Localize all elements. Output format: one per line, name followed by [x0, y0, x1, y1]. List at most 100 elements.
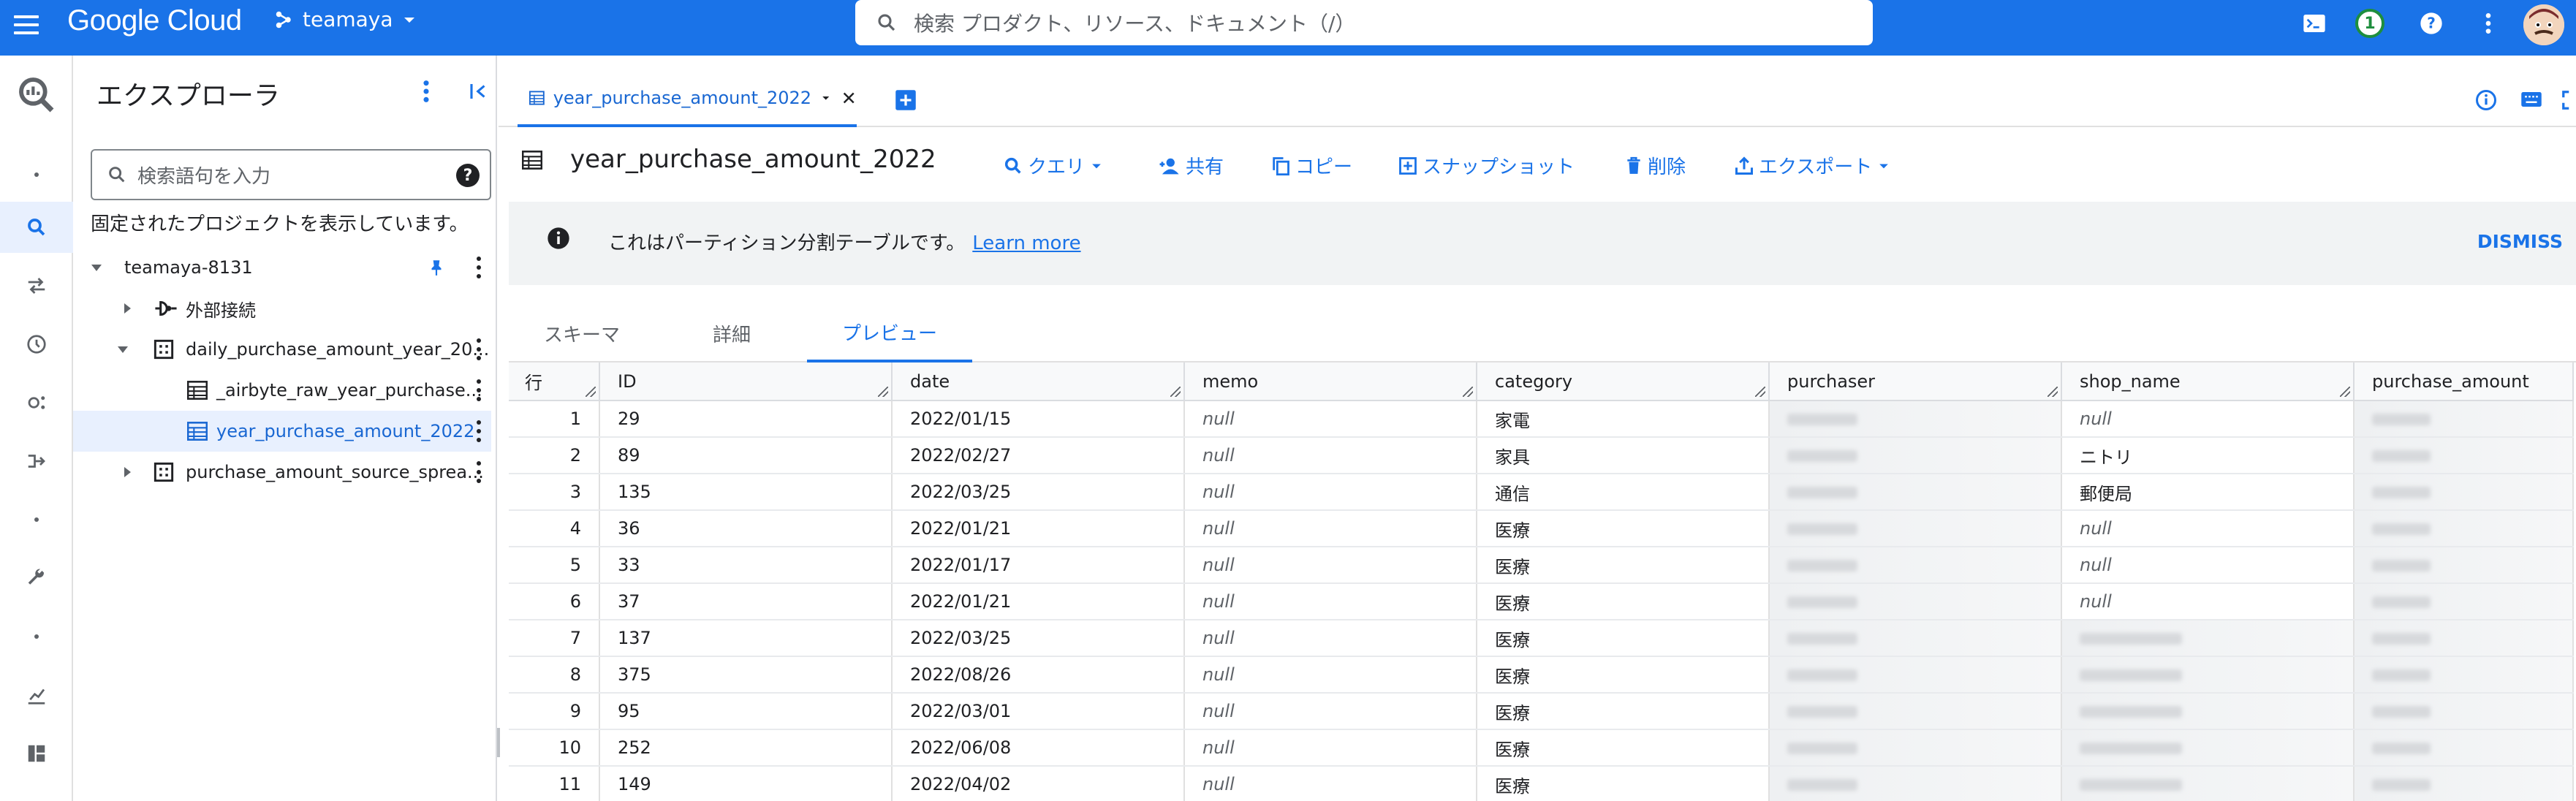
tab-details[interactable]: 詳細	[662, 304, 801, 362]
cell-row-number[interactable]: 3	[509, 474, 600, 511]
cell-purchase-amount-redacted[interactable]	[2354, 583, 2574, 620]
cell-memo[interactable]: null	[1184, 547, 1477, 584]
cell-shop-name-redacted[interactable]	[2061, 729, 2355, 767]
cell-id[interactable]: 36	[599, 510, 893, 547]
search-nav-icon[interactable]	[0, 202, 73, 253]
pin-icon[interactable]	[427, 257, 446, 278]
cell-date[interactable]: 2022/02/27	[892, 437, 1185, 474]
cell-purchaser-redacted[interactable]	[1769, 437, 2062, 474]
table-row[interactable]: 5 33 2022/01/17 null 医療 null	[509, 547, 2574, 584]
cell-purchaser-redacted[interactable]	[1769, 400, 2062, 438]
cell-row-number[interactable]: 10	[509, 729, 600, 767]
cell-shop-name-redacted[interactable]	[2061, 766, 2355, 801]
column-header-category[interactable]: category	[1477, 362, 1770, 401]
share-button[interactable]: 共有	[1156, 152, 1224, 179]
table-row[interactable]: 1 29 2022/01/15 null 家電 null	[509, 400, 2574, 438]
cell-date[interactable]: 2022/01/21	[892, 583, 1185, 620]
cell-id[interactable]: 37	[599, 583, 893, 620]
expanded-arrow-icon[interactable]	[114, 341, 132, 358]
table-row[interactable]: 9 95 2022/03/01 null 医療	[509, 693, 2574, 730]
table-row[interactable]: 8 375 2022/08/26 null 医療	[509, 656, 2574, 694]
analytics-hub-icon[interactable]	[0, 377, 73, 428]
cell-category[interactable]: 通信	[1477, 474, 1770, 511]
cell-category[interactable]: 医療	[1477, 547, 1770, 584]
fullscreen-icon[interactable]	[2560, 89, 2576, 114]
cell-memo[interactable]: null	[1184, 693, 1477, 730]
cell-date[interactable]: 2022/01/15	[892, 400, 1185, 438]
cell-category[interactable]: 医療	[1477, 693, 1770, 730]
column-header-purchase-amount[interactable]: purchase_amount	[2354, 362, 2574, 401]
cell-purchase-amount-redacted[interactable]	[2354, 766, 2574, 801]
table-row[interactable]: 10 252 2022/06/08 null 医療	[509, 729, 2574, 767]
project-selector[interactable]: teamaya	[273, 7, 418, 31]
wrench-icon[interactable]	[0, 553, 73, 604]
cell-purchase-amount-redacted[interactable]	[2354, 437, 2574, 474]
column-header-memo[interactable]: memo	[1184, 362, 1477, 401]
column-header-purchaser[interactable]: purchaser	[1769, 362, 2062, 401]
cell-shop-name[interactable]: null	[2061, 547, 2355, 584]
more-vert-icon[interactable]	[477, 420, 481, 442]
tab-table[interactable]: year_purchase_amount_2022	[518, 72, 857, 127]
bigquery-icon[interactable]	[0, 66, 73, 124]
cell-purchase-amount-redacted[interactable]	[2354, 400, 2574, 438]
cell-category[interactable]: 家電	[1477, 400, 1770, 438]
cell-date[interactable]: 2022/06/08	[892, 729, 1185, 767]
cell-shop-name[interactable]: null	[2061, 583, 2355, 620]
resize-handle[interactable]	[1170, 387, 1181, 397]
cell-shop-name-redacted[interactable]	[2061, 693, 2355, 730]
table-row[interactable]: 2 89 2022/02/27 null 家具 ニトリ	[509, 437, 2574, 474]
cell-id[interactable]: 135	[599, 474, 893, 511]
expanded-arrow-icon[interactable]	[88, 259, 105, 276]
cell-memo[interactable]: null	[1184, 437, 1477, 474]
export-button[interactable]: エクスポート	[1734, 152, 1891, 179]
more-vert-icon[interactable]	[477, 257, 481, 278]
cell-purchase-amount-redacted[interactable]	[2354, 510, 2574, 547]
cell-memo[interactable]: null	[1184, 620, 1477, 657]
explorer-search-input[interactable]: 検索語句を入力 ?	[91, 149, 491, 200]
cell-id[interactable]: 137	[599, 620, 893, 657]
help-icon[interactable]: ?	[2417, 9, 2446, 38]
history-icon[interactable]	[0, 319, 73, 370]
keyboard-icon[interactable]	[2520, 91, 2542, 111]
table-row[interactable]: 4 36 2022/01/21 null 医療 null	[509, 510, 2574, 547]
collapsed-arrow-icon[interactable]	[118, 300, 136, 317]
cell-id[interactable]: 95	[599, 693, 893, 730]
cell-purchaser-redacted[interactable]	[1769, 547, 2062, 584]
resize-handle[interactable]	[878, 387, 888, 397]
cell-memo[interactable]: null	[1184, 474, 1477, 511]
collapse-panel-icon[interactable]	[468, 79, 490, 107]
cell-purchase-amount-redacted[interactable]	[2354, 729, 2574, 767]
cell-purchaser-redacted[interactable]	[1769, 693, 2062, 730]
menu-icon[interactable]	[10, 10, 42, 42]
resize-handle[interactable]	[2047, 387, 2058, 397]
cell-purchaser-redacted[interactable]	[1769, 656, 2062, 694]
cell-purchaser-redacted[interactable]	[1769, 474, 2062, 511]
cell-id[interactable]: 252	[599, 729, 893, 767]
cell-date[interactable]: 2022/01/21	[892, 510, 1185, 547]
delete-button[interactable]: 削除	[1624, 152, 1686, 179]
close-icon[interactable]	[841, 88, 857, 107]
cell-row-number[interactable]: 8	[509, 656, 600, 694]
cell-purchase-amount-redacted[interactable]	[2354, 693, 2574, 730]
dataflow-icon[interactable]	[0, 436, 73, 487]
cell-date[interactable]: 2022/03/01	[892, 693, 1185, 730]
cell-row-number[interactable]: 7	[509, 620, 600, 657]
cell-shop-name[interactable]: 郵便局	[2061, 474, 2355, 511]
cell-row-number[interactable]: 5	[509, 547, 600, 584]
cell-category[interactable]: 医療	[1477, 583, 1770, 620]
table-row[interactable]: 3 135 2022/03/25 null 通信 郵便局	[509, 474, 2574, 511]
cell-memo[interactable]: null	[1184, 729, 1477, 767]
info-icon[interactable]	[2475, 89, 2497, 114]
learn-more-link[interactable]: Learn more	[972, 232, 1080, 254]
column-header-id[interactable]: ID	[599, 362, 893, 401]
cell-category[interactable]: 医療	[1477, 766, 1770, 801]
chevron-down-icon[interactable]	[820, 91, 832, 105]
resize-handle[interactable]	[1755, 387, 1765, 397]
cell-shop-name-redacted[interactable]	[2061, 620, 2355, 657]
cell-row-number[interactable]: 4	[509, 510, 600, 547]
more-vert-icon[interactable]	[2474, 9, 2503, 38]
cell-purchase-amount-redacted[interactable]	[2354, 656, 2574, 694]
cell-memo[interactable]: null	[1184, 766, 1477, 801]
cell-row-number[interactable]: 6	[509, 583, 600, 620]
cell-row-number[interactable]: 11	[509, 766, 600, 801]
